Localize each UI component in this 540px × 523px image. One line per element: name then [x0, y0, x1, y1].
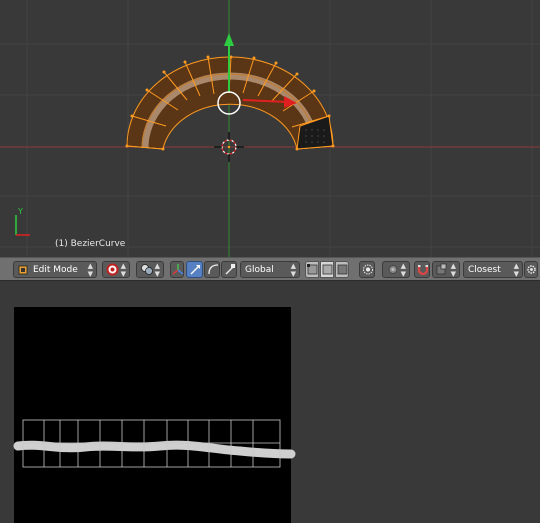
- snap-element-dropdown[interactable]: ▲ ▼: [432, 261, 460, 278]
- header-collapse-handle[interactable]: [3, 261, 11, 278]
- object-name-label: (1) BezierCurve: [55, 239, 126, 249]
- mode-icon: [18, 262, 29, 283]
- manipulator-axis-icon: [172, 263, 184, 282]
- translate-manipulator-button[interactable]: [186, 261, 203, 278]
- shading-chevron-icon: ▲ ▼: [120, 262, 126, 278]
- 3d-viewport[interactable]: Y (1) BezierCurve: [0, 0, 540, 257]
- vertex-select-button[interactable]: [305, 261, 319, 278]
- edge-select-button[interactable]: [320, 261, 334, 278]
- pivot-point-dropdown[interactable]: ▲ ▼: [136, 261, 164, 278]
- snap-target-dropdown[interactable]: Closest ▲ ▼: [463, 261, 523, 278]
- manipulator-y-arrow-head[interactable]: [224, 33, 234, 46]
- 3d-cursor: [214, 132, 244, 162]
- snap-target-chevron-icon: ▲ ▼: [513, 262, 519, 278]
- mode-dropdown[interactable]: Edit Mode ▲ ▼: [13, 261, 97, 278]
- uv-image-editor[interactable]: [0, 281, 540, 523]
- scale-manipulator-button[interactable]: [221, 261, 237, 278]
- transform-orientation-label: Global: [245, 265, 274, 275]
- translate-icon: [189, 263, 202, 282]
- vertex-select-icon: [307, 263, 318, 282]
- snap-target-label: Closest: [468, 265, 501, 275]
- scale-icon: [224, 263, 236, 282]
- orientation-chevron-icon: ▲ ▼: [290, 262, 296, 278]
- rotate-manipulator-button[interactable]: [204, 261, 220, 278]
- viewport-canvas[interactable]: Y: [0, 0, 540, 257]
- snap-element-chevron-icon: ▲ ▼: [450, 262, 456, 278]
- rotate-icon: [207, 263, 219, 282]
- mode-chevron-icon: ▲ ▼: [87, 262, 93, 278]
- face-select-button[interactable]: [335, 261, 349, 278]
- snap-settings-icon: [526, 263, 537, 282]
- snap-magnet-icon: [417, 263, 429, 282]
- occlude-geometry-icon: [362, 263, 374, 282]
- uv-image-area[interactable]: [14, 307, 291, 523]
- mode-label: Edit Mode: [33, 265, 78, 275]
- axis-y-label: Y: [17, 207, 23, 216]
- manipulator-toggle[interactable]: [170, 261, 184, 278]
- face-select-icon: [337, 263, 348, 282]
- pivot-chevron-icon: ▲ ▼: [154, 262, 160, 278]
- snap-element-icon: [436, 263, 448, 282]
- 3d-view-header: Edit Mode ▲ ▼ ▲ ▼ ▲ ▼ Global ▲ ▼ ▲ ▼ ▲ ▼…: [0, 257, 540, 281]
- edge-select-icon: [322, 263, 333, 282]
- view-axis-widget: [15, 215, 30, 236]
- snap-settings-button[interactable]: [524, 261, 538, 278]
- shading-icon: [106, 263, 119, 282]
- transform-orientation-dropdown[interactable]: Global ▲ ▼: [240, 261, 300, 278]
- viewport-grid: [0, 0, 540, 257]
- snap-toggle-button[interactable]: [414, 261, 430, 278]
- proportional-edit-icon: [387, 263, 399, 282]
- pivot-icon: [140, 263, 154, 282]
- proportional-chevron-icon: ▲ ▼: [400, 262, 406, 278]
- occlude-geometry-button[interactable]: [359, 261, 375, 278]
- uv-editor-canvas[interactable]: [0, 281, 540, 523]
- proportional-edit-dropdown[interactable]: ▲ ▼: [382, 261, 410, 278]
- viewport-shading-dropdown[interactable]: ▲ ▼: [102, 261, 130, 278]
